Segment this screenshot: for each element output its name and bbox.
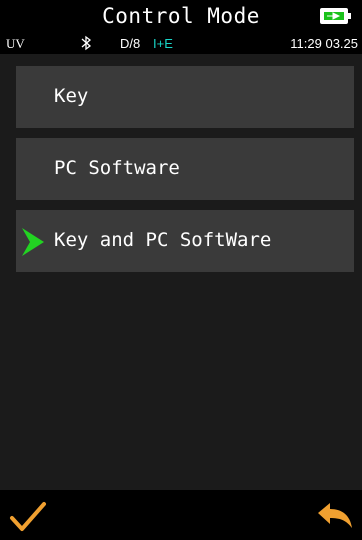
geometry-indicator: D/8 [120,36,141,51]
bluetooth-icon [80,35,92,54]
menu-item-label: Key and PC SoftWare [54,229,272,251]
menu-item-key-and-pc-software[interactable]: Key and PC SoftWare [16,210,354,272]
uv-indicator: UV [6,36,25,51]
bottom-bar [0,490,362,540]
menu-item-label: Key [54,85,89,107]
checkmark-icon[interactable] [8,496,48,536]
battery-charging-icon [320,8,351,24]
mode-indicator: I+E [153,36,173,51]
return-arrow-icon[interactable] [314,498,354,534]
title-bar: Control Mode [0,0,362,34]
menu-item-label: PC Software [54,157,180,179]
selection-arrow-icon [22,228,44,256]
menu-item-key[interactable]: Key [16,66,354,128]
status-bar: UV D/8 I+E 11:29 03.25 [0,34,362,54]
clock: 11:29 03.25 [290,36,358,51]
page-title: Control Mode [102,4,260,28]
menu-item-pc-software[interactable]: PC Software [16,138,354,200]
